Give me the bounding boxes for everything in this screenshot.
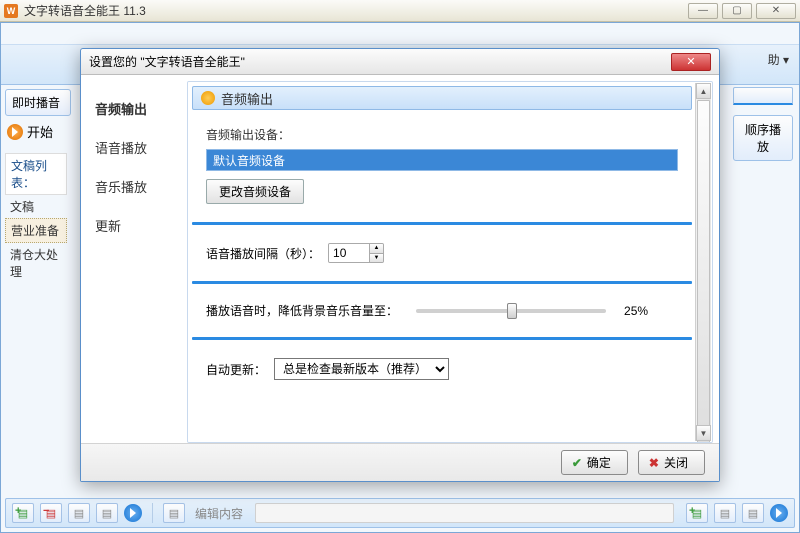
window-title: 文字转语音全能王 11.3	[24, 2, 146, 19]
list-item[interactable]: 营业准备	[5, 218, 67, 243]
list-item[interactable]: 清仓大处理	[5, 243, 67, 283]
x-icon: ✖	[649, 456, 659, 470]
device-label: 音频输出设备：	[206, 126, 678, 143]
nav-voice-play[interactable]: 语音播放	[81, 128, 187, 167]
remove-doc-icon[interactable]: − ▤	[40, 503, 62, 523]
advanced-play-button[interactable]: 顺序播放	[733, 115, 793, 161]
auto-update-label: 自动更新：	[206, 361, 266, 378]
nav-music-play[interactable]: 音乐播放	[81, 167, 187, 206]
start-label: 开始	[27, 122, 53, 141]
dialog-nav: 音频输出 语音播放 音乐播放 更新	[81, 75, 187, 443]
close-button[interactable]: ✖ 关闭	[638, 450, 705, 475]
play-icon	[7, 124, 23, 140]
list-item[interactable]: 文稿	[5, 195, 67, 218]
spin-up-icon[interactable]: ▲	[370, 244, 383, 254]
bottom-toolbar: + ▤ − ▤ ▤ ▤ ▤ 编辑内容 + ▤ ▤ ▤	[5, 498, 795, 528]
nav-update[interactable]: 更新	[81, 206, 187, 245]
audio-icon	[201, 91, 215, 105]
edit-doc2-icon[interactable]: ▤	[714, 503, 736, 523]
add-doc-icon[interactable]: + ▤	[12, 503, 34, 523]
interval-input[interactable]	[329, 244, 369, 262]
close-window-button[interactable]: ✕	[756, 3, 796, 19]
check-icon: ✔	[572, 456, 582, 470]
play-button[interactable]	[124, 504, 142, 522]
close-label: 关闭	[664, 454, 688, 471]
bg-volume-slider[interactable]	[416, 309, 606, 313]
divider	[192, 337, 692, 340]
spin-down-icon[interactable]: ▼	[370, 254, 383, 263]
play2-button[interactable]	[770, 504, 788, 522]
divider	[192, 222, 692, 225]
scroll-thumb[interactable]	[697, 100, 710, 443]
content-icon[interactable]: ▤	[163, 503, 185, 523]
bg-volume-row: 播放语音时，降低背景音乐音量至： 25%	[188, 288, 696, 333]
scroll-up-icon[interactable]: ▲	[696, 83, 711, 99]
dialog-close-button[interactable]: ✕	[671, 53, 711, 71]
settings-dialog: 设置您的 "文字转语音全能王" ✕ 音频输出 语音播放 音乐播放 更新 音频输出…	[80, 48, 720, 482]
dialog-titlebar: 设置您的 "文字转语音全能王" ✕	[81, 49, 719, 75]
interval-row: 语音播放间隔（秒）： ▲ ▼	[188, 229, 696, 277]
doc-options-icon[interactable]: ▤	[96, 503, 118, 523]
edit-content-label: 编辑内容	[195, 505, 243, 522]
device-input[interactable]	[206, 149, 678, 171]
dialog-title: 设置您的 "文字转语音全能王"	[89, 53, 245, 70]
bg-reduce-label: 播放语音时，降低背景音乐音量至：	[206, 302, 398, 319]
right-column: 顺序播放	[733, 115, 793, 161]
edit-doc-icon[interactable]: ▤	[68, 503, 90, 523]
device-block: 音频输出设备： 更改音频设备	[188, 116, 696, 218]
doc-list-header: 文稿列表：	[5, 153, 67, 195]
auto-update-select[interactable]: 总是检查最新版本（推荐）	[274, 358, 449, 380]
change-device-button[interactable]: 更改音频设备	[206, 179, 304, 204]
section-title: 音频输出	[221, 89, 273, 108]
dialog-main: 音频输出 音频输出设备： 更改音频设备 语音播放间隔（秒）： ▲ ▼	[187, 81, 713, 443]
maximize-button[interactable]: ▢	[722, 3, 752, 19]
slider-thumb-icon[interactable]	[507, 303, 517, 319]
ok-label: 确定	[587, 454, 611, 471]
start-button[interactable]: 开始	[7, 122, 65, 141]
divider	[192, 281, 692, 284]
menubar	[1, 23, 799, 45]
right-tab[interactable]	[733, 87, 793, 105]
dialog-scrollbar[interactable]: ▲ ▼	[695, 83, 711, 441]
doc-options2-icon[interactable]: ▤	[742, 503, 764, 523]
add-doc2-icon[interactable]: + ▤	[686, 503, 708, 523]
ok-button[interactable]: ✔ 确定	[561, 450, 628, 475]
tab-instant-play[interactable]: 即时播音	[5, 89, 71, 116]
interval-label: 语音播放间隔（秒）：	[206, 245, 320, 262]
auto-update-row: 自动更新： 总是检查最新版本（推荐）	[188, 344, 696, 394]
section-header-audio: 音频输出	[192, 86, 692, 110]
separator	[152, 503, 153, 523]
main-titlebar: W 文字转语音全能王 11.3 — ▢ ✕	[0, 0, 800, 22]
left-column: 即时播音 开始 文稿列表： 文稿 营业准备 清仓大处理	[1, 85, 71, 528]
scroll-down-icon[interactable]: ▼	[696, 425, 711, 441]
interval-spinner[interactable]: ▲ ▼	[328, 243, 384, 263]
edit-content-field[interactable]	[255, 503, 674, 523]
bg-reduce-value: 25%	[624, 304, 648, 318]
minimize-button[interactable]: —	[688, 3, 718, 19]
app-icon: W	[4, 4, 18, 18]
dialog-footer: ✔ 确定 ✖ 关闭	[81, 443, 719, 481]
nav-audio-output[interactable]: 音频输出	[81, 89, 187, 128]
help-menu[interactable]: 助 ▾	[768, 51, 789, 68]
dialog-body: 音频输出 语音播放 音乐播放 更新 音频输出 音频输出设备： 更改音频设备	[81, 75, 719, 443]
